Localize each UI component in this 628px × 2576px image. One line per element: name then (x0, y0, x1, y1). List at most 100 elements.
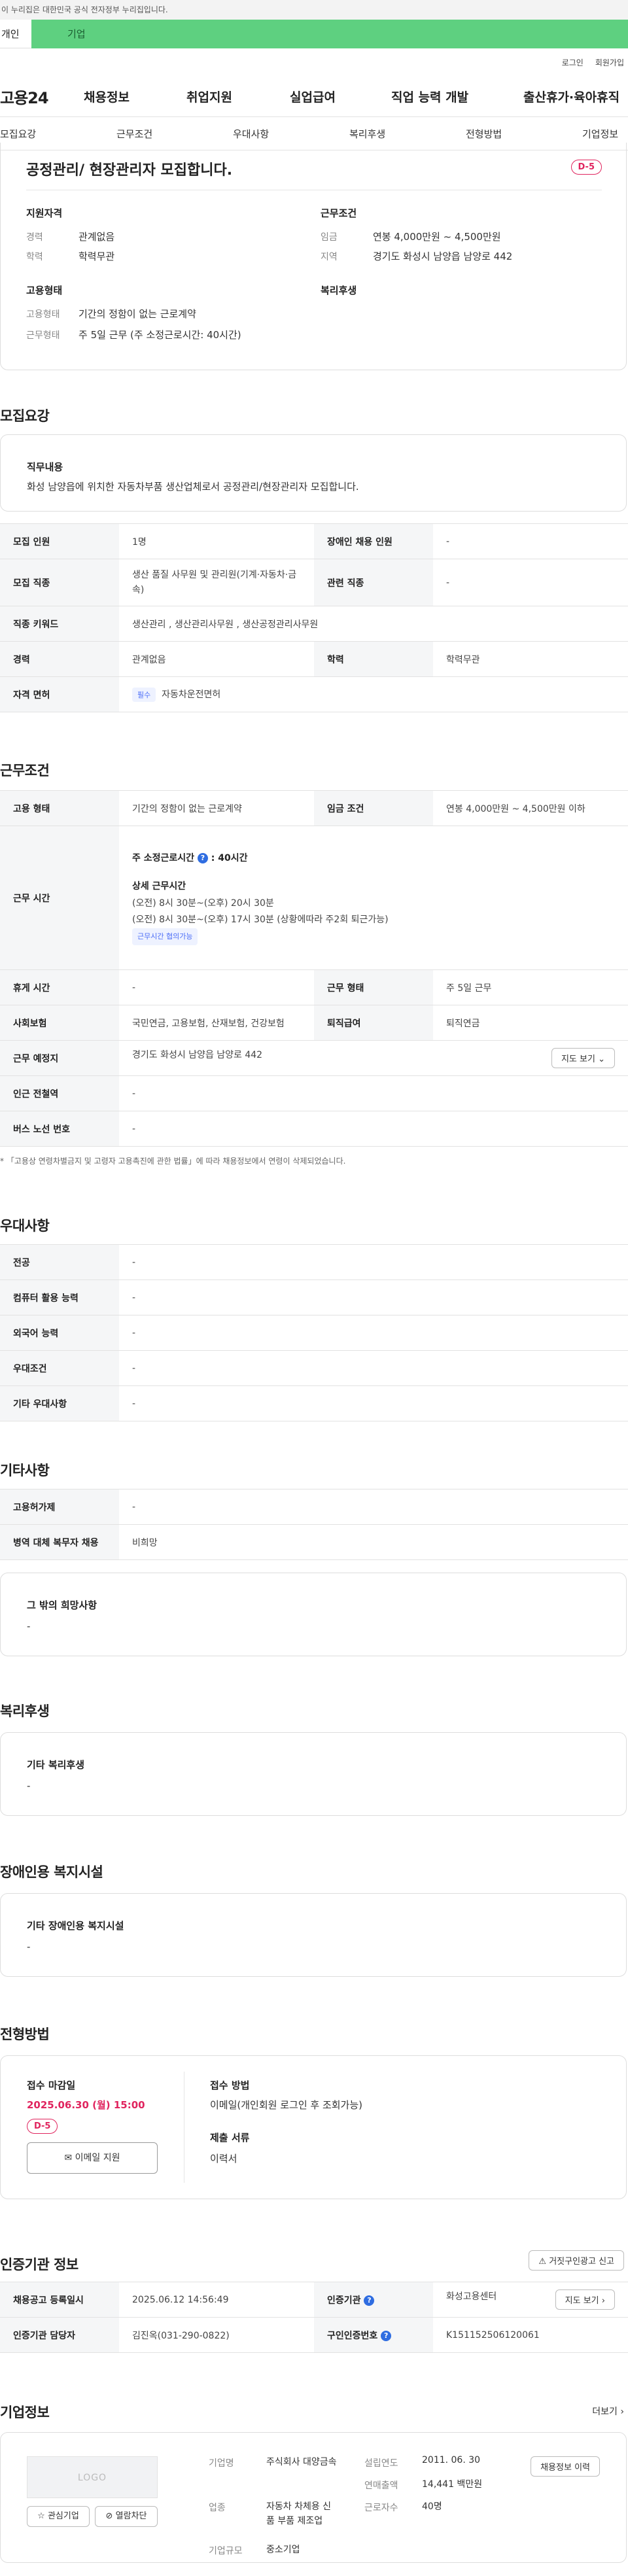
weekly-hours-label: 주 소정근로시간 (132, 853, 195, 864)
block-icon: ⊘ (105, 2511, 113, 2521)
welfare-panel-value: - (27, 1780, 31, 1792)
nav-jobs[interactable]: 채용정보 (84, 88, 130, 105)
cell-value: K151152506120061 (433, 2317, 628, 2353)
false-ad-report-button[interactable]: ⚠ 거짓구인광고 신고 (529, 2250, 624, 2271)
cell-key: 외국어 능력 (0, 1315, 119, 1351)
help-icon[interactable]: ? (364, 2295, 375, 2306)
signup-link[interactable]: 회원가입 (595, 57, 624, 68)
cond-key: 임금 (321, 232, 338, 243)
cell-key: 버스 노선 번호 (0, 1111, 119, 1147)
table-row: 모집 직종 생산 품질 사무원 및 관리원(기계·자동차·금속) 관련 직종 - (0, 559, 628, 606)
pref-table: 전공 - 컴퓨터 활용 능력 - 외국어 능력 - 우대조건 - 기타 우대사항 - (0, 1244, 628, 1421)
cell-key: 학력 (314, 641, 433, 677)
nav-parental-leave[interactable]: 출산휴가·육아휴직 (523, 88, 619, 105)
anchor-work[interactable]: 근무조건 (116, 127, 152, 141)
company-key: 연매출액 (364, 2480, 398, 2491)
star-icon: ☆ (37, 2511, 45, 2521)
detail-hours-line: (오전) 8시 30분~(오후) 17시 30분 (상황에따라 주2회 퇴근가능… (132, 914, 389, 925)
company-size: 중소기업 (266, 2545, 300, 2555)
table-row: 버스 노선 번호 - (0, 1111, 628, 1147)
job-history-button[interactable]: 채용정보 이력 (531, 2456, 600, 2477)
anchor-company[interactable]: 기업정보 (582, 127, 618, 141)
pref-heading: 우대사항 (0, 1218, 50, 1234)
job-title: 공정관리/ 현장관리자 모집합니다. (26, 162, 233, 179)
cell-value: 비희망 (119, 1524, 628, 1560)
method-title: 접수 방법 (210, 2080, 250, 2091)
table-row: 모집 인원 1명 장애인 채용 인원 - (0, 523, 628, 559)
global-nav: 고용24 채용정보 취업지원 실업급여 직업 능력 개발 출산휴가·육아휴직 (0, 76, 628, 116)
table-row: 근무 예정지 경기도 화성시 남양읍 남양로 442 지도 보기 ⌄ (0, 1040, 628, 1076)
disability-panel: 기타 장애인용 복지시설 - (0, 1893, 627, 1977)
cond-value: 경기도 화성시 남양읍 남양로 442 (373, 251, 513, 262)
report-icon: ⚠ (538, 2257, 547, 2267)
table-row: 휴게 시간 - 근무 형태 주 5일 근무 (0, 969, 628, 1005)
work-place-value: 경기도 화성시 남양읍 남양로 442 (132, 1050, 263, 1060)
emp-key: 고용형태 (26, 309, 60, 320)
company-panel: LOGO ☆ 관심기업 ⊘ 열람차단 기업명 주식회사 대양금속 업종 자동차 … (0, 2432, 627, 2563)
cell-key: 근무 형태 (314, 969, 433, 1005)
table-row: 우대조건 - (0, 1350, 628, 1386)
dday-badge: D-5 (27, 2119, 58, 2134)
anchor-recruit[interactable]: 모집요강 (0, 127, 36, 141)
help-icon[interactable]: ? (381, 2330, 392, 2341)
user-type-tabs: 개인 기업 (0, 20, 628, 48)
emp-value: 기간의 정함이 없는 근로계약 (78, 308, 196, 320)
cell-value: 학력무관 (433, 641, 628, 677)
method-value: 이메일(개인회원 로그인 후 조회가능) (210, 2099, 363, 2111)
emp-title: 고용형태 (26, 285, 63, 296)
tab-enterprise[interactable]: 기업 (31, 20, 628, 48)
anchor-welfare[interactable]: 복리후생 (349, 127, 385, 141)
map-button[interactable]: 지도 보기 ⌄ (551, 1048, 615, 1068)
email-apply-label: 이메일 지원 (75, 2153, 120, 2163)
disability-panel-value: - (27, 1941, 31, 1953)
block-view-button[interactable]: ⊘ 열람차단 (95, 2506, 158, 2527)
tab-personal[interactable]: 개인 (0, 20, 31, 48)
anchor-pref[interactable]: 우대사항 (233, 127, 269, 141)
company-key: 근로자수 (364, 2503, 398, 2513)
table-row: 인근 전철역 - (0, 1075, 628, 1111)
work-heading: 근무조건 (0, 763, 50, 778)
nav-employment-support[interactable]: 취업지원 (186, 88, 232, 105)
nav-vocational-training[interactable]: 직업 능력 개발 (391, 88, 468, 105)
work-time-cell: 주 소정근로시간 ? : 40시간 상세 근무시간 (오전) 8시 30분~(오… (119, 826, 628, 970)
cell-key: 장애인 채용 인원 (314, 523, 433, 559)
favorite-company-button[interactable]: ☆ 관심기업 (27, 2506, 90, 2527)
detail-hours-title: 상세 근무시간 (132, 881, 186, 892)
login-link[interactable]: 로그인 (562, 57, 584, 68)
duty-text: 화성 남양읍에 위치한 자동차부품 생산업체로서 공정관리/현장관리자 모집합니… (27, 481, 359, 493)
email-apply-button[interactable]: ✉ 이메일 지원 (27, 2142, 158, 2174)
welfare-panel-title: 기타 복리후생 (27, 1759, 85, 1771)
cell-key: 컴퓨터 활용 능력 (0, 1279, 119, 1315)
agency-map-button[interactable]: 지도 보기 › (555, 2289, 615, 2310)
company-employees: 40명 (422, 2501, 442, 2512)
company-name: 주식회사 대양금속 (266, 2457, 337, 2467)
weekly-hours: 주 소정근로시간 ? : 40시간 (132, 850, 615, 867)
cond-title: 근무조건 (321, 207, 357, 219)
help-icon[interactable]: ? (197, 853, 208, 864)
company-more-link[interactable]: 더보기 › (592, 2405, 624, 2418)
cell-value: - (119, 1350, 628, 1386)
duty-panel: 직무내용 화성 남양읍에 위치한 자동차부품 생산업체로서 공정관리/현장관리자… (0, 434, 627, 512)
process-heading: 전형방법 (0, 2027, 50, 2042)
nav-unemployment-benefit[interactable]: 실업급여 (290, 88, 336, 105)
cell-key: 인근 전철역 (0, 1075, 119, 1111)
table-row: 외국어 능력 - (0, 1315, 628, 1351)
emp-key: 근무형태 (26, 330, 60, 341)
cell-key: 직종 키워드 (0, 606, 119, 642)
company-heading: 기업정보 (0, 2405, 50, 2420)
other-wish-title: 그 밖의 희망사항 (27, 1599, 97, 1611)
qual-value: 학력무관 (78, 251, 115, 262)
cell-key: 모집 직종 (0, 559, 119, 606)
anchor-process[interactable]: 전형방법 (466, 127, 502, 141)
table-row: 전공 - (0, 1244, 628, 1280)
company-logo-placeholder: LOGO (27, 2456, 158, 2498)
favorite-label: 관심기업 (47, 2511, 79, 2521)
cell-key: 전공 (0, 1244, 119, 1280)
company-sales: 14,441 백만원 (422, 2479, 483, 2490)
cell-value: 기간의 정함이 없는 근로계약 (119, 790, 314, 826)
table-row: 인증기관 담당자 김진옥(031-290-0822) 구인인증번호 ? K151… (0, 2317, 628, 2353)
map-button-label: 지도 보기 (561, 1054, 595, 1064)
site-logo[interactable]: 고용24 (0, 85, 49, 108)
duty-title: 직무내용 (27, 461, 63, 473)
table-row: 컴퓨터 활용 능력 - (0, 1279, 628, 1315)
